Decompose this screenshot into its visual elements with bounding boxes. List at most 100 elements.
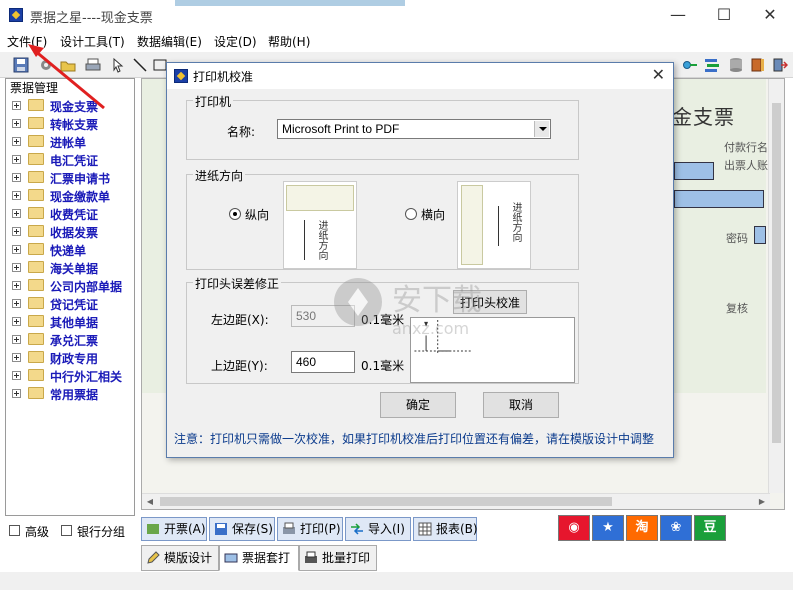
tree-item[interactable]: 承兑汇票 — [12, 331, 134, 349]
expand-icon[interactable] — [12, 353, 21, 362]
ok-button[interactable]: 确定 — [380, 392, 456, 418]
key-icon[interactable] — [682, 57, 698, 73]
landscape-radio[interactable] — [405, 208, 417, 220]
tree-item[interactable]: 现金缴款单 — [12, 187, 134, 205]
scroll-thumb[interactable] — [160, 497, 612, 506]
close-button[interactable]: ✕ — [747, 0, 793, 30]
tree-item[interactable]: 贷记凭证 — [12, 295, 134, 313]
report-button-label: 报表(B) — [436, 522, 478, 536]
dialog-title: 打印机校准 — [193, 70, 254, 84]
expand-icon[interactable] — [12, 263, 21, 272]
calibrate-printhead-button[interactable]: 打印头校准 — [453, 290, 527, 314]
chevron-down-icon[interactable] — [534, 121, 549, 137]
tree-item[interactable]: 转帐支票 — [12, 115, 134, 133]
bank-group-checkbox[interactable] — [61, 525, 72, 536]
minimize-button[interactable]: — — [655, 0, 701, 30]
expand-icon[interactable] — [12, 317, 21, 326]
issuer-account-label: 出票人账 — [724, 159, 768, 172]
expand-icon[interactable] — [12, 389, 21, 398]
issue-button[interactable]: 开票(A) — [141, 517, 207, 541]
report-button[interactable]: 报表(B) — [413, 517, 478, 541]
tree-item[interactable]: 进帐单 — [12, 133, 134, 151]
menu-help[interactable]: 帮助(H) — [268, 33, 310, 50]
tree-item[interactable]: 中行外汇相关 — [12, 367, 134, 385]
taobao-share-button[interactable]: 淘 — [626, 515, 658, 541]
tree-item-label: 财政专用 — [50, 352, 99, 366]
expand-icon[interactable] — [12, 281, 21, 290]
expand-icon[interactable] — [12, 245, 21, 254]
line-tool-icon[interactable] — [132, 57, 148, 73]
tree-item[interactable]: 收费凭证 — [12, 205, 134, 223]
exit-icon[interactable] — [772, 57, 788, 73]
left-margin-input[interactable]: 530 — [291, 305, 355, 327]
settings-icon[interactable] — [38, 57, 54, 73]
tree-item[interactable]: 海关单据 — [12, 259, 134, 277]
baidu-share-button[interactable]: ❀ — [660, 515, 692, 541]
tree-item[interactable]: 现金支票 — [12, 97, 134, 115]
ticket-field[interactable] — [674, 190, 764, 208]
ticket-field[interactable] — [754, 226, 766, 244]
open-folder-icon[interactable] — [60, 57, 76, 73]
expand-icon[interactable] — [12, 299, 21, 308]
expand-icon[interactable] — [12, 155, 21, 164]
save-disk-icon[interactable] — [13, 57, 29, 73]
password-label: 密码 — [726, 232, 748, 245]
database-icon[interactable] — [728, 57, 744, 73]
menu-file[interactable]: 文件(F) — [7, 33, 47, 50]
folder-icon — [28, 297, 44, 309]
expand-icon[interactable] — [12, 173, 21, 182]
tab-template-design[interactable]: 模版设计 — [141, 545, 219, 571]
tree-item[interactable]: 公司内部单据 — [12, 277, 134, 295]
tree-item[interactable]: 快递单 — [12, 241, 134, 259]
douban-share-button[interactable]: 豆 — [694, 515, 726, 541]
ticket-field[interactable] — [674, 162, 714, 180]
print-button[interactable]: 打印(P) — [277, 517, 343, 541]
folder-icon — [28, 243, 44, 255]
layers-icon[interactable] — [704, 57, 720, 73]
tree-item[interactable]: 其他单据 — [12, 313, 134, 331]
expand-icon[interactable] — [12, 101, 21, 110]
tree-item[interactable]: 电汇凭证 — [12, 151, 134, 169]
expand-icon[interactable] — [12, 371, 21, 380]
vertical-scrollbar[interactable] — [768, 79, 784, 493]
expand-icon[interactable] — [12, 227, 21, 236]
advanced-checkbox[interactable] — [9, 525, 20, 536]
help-book-icon[interactable] — [750, 57, 766, 73]
tree-item[interactable]: 收据发票 — [12, 223, 134, 241]
expand-icon[interactable] — [12, 137, 21, 146]
import-button[interactable]: 导入(I) — [345, 517, 411, 541]
tab-ticket-print[interactable]: 票据套打 — [219, 545, 299, 571]
tree-item[interactable]: 汇票申请书 — [12, 169, 134, 187]
top-margin-input[interactable]: 460 — [291, 351, 355, 373]
portrait-radio[interactable] — [229, 208, 241, 220]
maximize-button[interactable]: ☐ — [701, 0, 747, 30]
expand-icon[interactable] — [12, 191, 21, 200]
tree-item[interactable]: 常用票据 — [12, 385, 134, 403]
menu-design-tools[interactable]: 设计工具(T) — [60, 33, 125, 50]
weibo-share-button[interactable]: ◉ — [558, 515, 590, 541]
direction-group-label: 进纸方向 — [193, 167, 246, 184]
printer-group: 打印机 名称: Microsoft Print to PDF — [186, 93, 579, 160]
menu-settings[interactable]: 设定(D) — [214, 33, 257, 50]
star-share-button[interactable]: ★ — [592, 515, 624, 541]
scroll-thumb[interactable] — [772, 103, 781, 443]
ticket-title: 金支票 — [672, 105, 735, 129]
tab-batch-print[interactable]: 批量打印 — [299, 545, 377, 571]
expand-icon[interactable] — [12, 335, 21, 344]
folder-icon — [28, 99, 44, 111]
horizontal-scrollbar[interactable]: ◀ ▶ — [142, 493, 770, 509]
expand-icon[interactable] — [12, 209, 21, 218]
printer-icon[interactable] — [85, 57, 101, 73]
pointer-icon[interactable] — [110, 57, 126, 73]
scroll-right-arrow-icon[interactable]: ▶ — [754, 494, 770, 510]
cancel-button[interactable]: 取消 — [483, 392, 559, 418]
scroll-left-arrow-icon[interactable]: ◀ — [142, 494, 158, 510]
save-button[interactable]: 保存(S) — [209, 517, 275, 541]
menu-data-edit[interactable]: 数据编辑(E) — [137, 33, 202, 50]
payer-bank-label: 付款行名 — [724, 141, 768, 154]
printer-select[interactable]: Microsoft Print to PDF — [277, 119, 551, 139]
expand-icon[interactable] — [12, 119, 21, 128]
portrait-paper-image: 进纸方向 — [283, 181, 357, 269]
tree-item[interactable]: 财政专用 — [12, 349, 134, 367]
dialog-close-icon[interactable]: ✕ — [652, 65, 665, 84]
